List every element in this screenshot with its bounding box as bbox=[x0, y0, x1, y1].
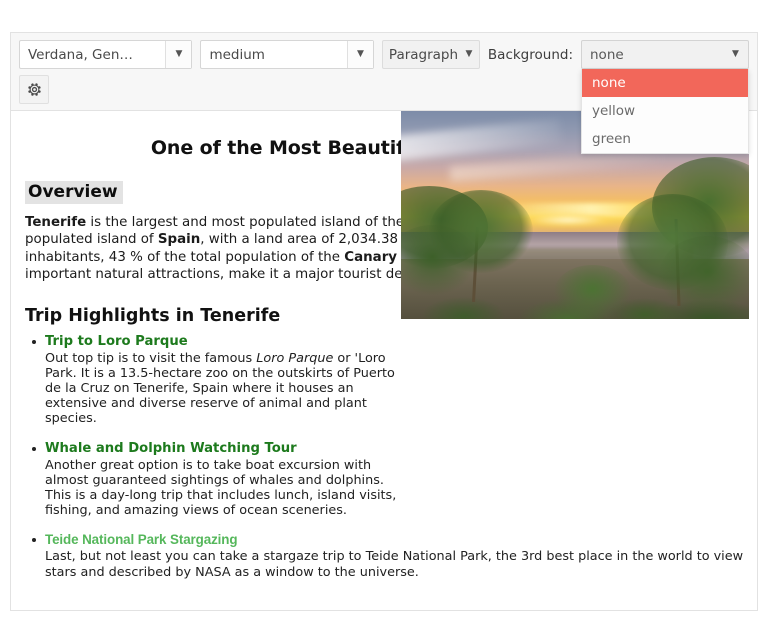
document-canvas[interactable]: One of the Most Beautiful Islands on Ear… bbox=[11, 111, 757, 610]
list-item: Whale and Dolphin Watching Tour Another … bbox=[32, 440, 745, 519]
gear-icon bbox=[27, 83, 41, 96]
background-select-wrapper: none ▼ none yellow green bbox=[581, 40, 749, 154]
photo-palm-tree bbox=[554, 264, 631, 319]
chevron-down-icon: ▼ bbox=[465, 49, 473, 59]
background-option-yellow[interactable]: yellow bbox=[582, 97, 748, 125]
font-family-value: Verdana, Gen… bbox=[28, 46, 133, 63]
background-select-value: none bbox=[590, 46, 624, 63]
list-item: Teide National Park Stargazing Last, but… bbox=[32, 532, 745, 580]
background-select[interactable]: none ▼ bbox=[581, 40, 749, 69]
highlight-title: Teide National Park Stargazing bbox=[45, 532, 238, 548]
paragraph-format-select[interactable]: Paragraph ▼ bbox=[381, 40, 480, 69]
paragraph-format-value: Paragraph bbox=[388, 46, 459, 63]
photo-sun-glow bbox=[519, 212, 617, 228]
background-label: Background: bbox=[487, 46, 573, 63]
chevron-down-icon: ▼ bbox=[346, 41, 373, 68]
term-tenerife: Tenerife bbox=[25, 215, 87, 230]
font-size-value: medium bbox=[209, 46, 265, 63]
highlight-body: Out top tip is to visit the famous Loro … bbox=[45, 351, 397, 427]
chevron-down-icon: ▼ bbox=[165, 41, 192, 68]
background-option-none[interactable]: none bbox=[582, 69, 748, 97]
background-option-green[interactable]: green bbox=[582, 125, 748, 153]
background-dropdown-list: none yellow green bbox=[581, 69, 749, 154]
editor-toolbar: Verdana, Gen… ▼ medium ▼ Paragraph ▼ Bac… bbox=[11, 33, 757, 154]
highlight-body: Last, but not least you can take a starg… bbox=[45, 549, 744, 580]
chevron-down-icon: ▼ bbox=[732, 49, 739, 59]
font-size-select[interactable]: medium ▼ bbox=[200, 40, 374, 69]
settings-button[interactable] bbox=[19, 75, 49, 104]
highlight-title: Whale and Dolphin Watching Tour bbox=[45, 440, 297, 456]
rich-text-editor: Verdana, Gen… ▼ medium ▼ Paragraph ▼ Bac… bbox=[10, 32, 758, 611]
highlight-title: Trip to Loro Parque bbox=[45, 333, 188, 349]
font-family-select[interactable]: Verdana, Gen… ▼ bbox=[19, 40, 193, 69]
highlights-list: Trip to Loro Parque Out top tip is to vi… bbox=[23, 334, 745, 580]
highlight-body-emphasis: Loro Parque bbox=[256, 350, 334, 366]
toolbar-row-primary: Verdana, Gen… ▼ medium ▼ Paragraph ▼ Bac… bbox=[19, 40, 749, 154]
photo-palm-tree bbox=[658, 235, 749, 315]
highlight-body-part: Out top tip is to visit the famous bbox=[45, 350, 257, 366]
list-item: Trip to Loro Parque Out top tip is to vi… bbox=[32, 333, 745, 427]
highlight-body: Another great option is to take boat exc… bbox=[45, 457, 397, 519]
overview-text-1: is the largest and most populated island… bbox=[86, 215, 447, 230]
term-spain: Spain bbox=[157, 232, 201, 248]
overview-heading: Overview bbox=[25, 181, 123, 204]
